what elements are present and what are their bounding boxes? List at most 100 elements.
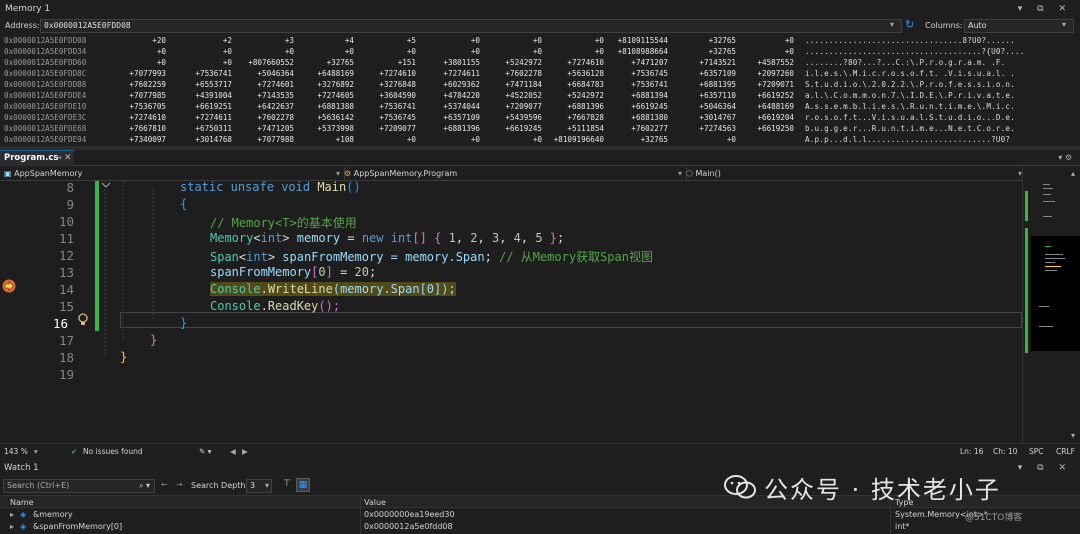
- memory-cell[interactable]: +7602259: [96, 79, 166, 90]
- memory-cell[interactable]: +7667810: [96, 123, 166, 134]
- memory-cell[interactable]: +0: [162, 46, 232, 57]
- memory-cell[interactable]: +32765: [284, 57, 354, 68]
- memory-cell[interactable]: +4522052: [472, 90, 542, 101]
- memory-cell[interactable]: +0: [96, 46, 166, 57]
- memory-cell[interactable]: +7209077: [472, 101, 542, 112]
- class-dropdown[interactable]: ⚙ AppSpanMemory.Program ▾: [340, 167, 687, 180]
- hex-display-icon[interactable]: ▦: [296, 478, 310, 492]
- memory-row[interactable]: 0x0000012A5E0FDDB8 +7602259 +6553717 +72746…: [0, 79, 1080, 90]
- memory-row[interactable]: 0x0000012A5E0FDE68 +7667810 +6750311 +74712…: [0, 123, 1080, 134]
- memory-cell[interactable]: +7602278: [472, 68, 542, 79]
- memory-cell[interactable]: +6881396: [410, 123, 480, 134]
- memory-cell[interactable]: +0: [284, 46, 354, 57]
- memory-cell[interactable]: +5374044: [410, 101, 480, 112]
- col-name-header[interactable]: Name: [10, 496, 34, 509]
- code-line-12[interactable]: Span<int> spanFromMemory = memory.Span; …: [210, 248, 653, 265]
- memory-cell[interactable]: +7602277: [598, 123, 668, 134]
- memory-cell[interactable]: +5: [346, 35, 416, 46]
- memory-cell[interactable]: +108: [284, 134, 354, 145]
- memory-cell[interactable]: +0: [410, 46, 480, 57]
- memory-row[interactable]: 0x0000012A5E0FDDE4 +7077985 +4391004 +71435…: [0, 90, 1080, 101]
- memory-cell[interactable]: +151: [346, 57, 416, 68]
- memory-cell[interactable]: +7077993: [96, 68, 166, 79]
- memory-cell[interactable]: +7274610: [96, 112, 166, 123]
- pin-icon[interactable]: ⊤: [283, 479, 291, 489]
- memory-cell[interactable]: +5111854: [534, 123, 604, 134]
- code-line-11[interactable]: Memory<int> memory = new int[] { 1, 2, 3…: [210, 231, 564, 245]
- code-line-16[interactable]: }: [180, 316, 187, 330]
- line-ending-indicator[interactable]: CRLF: [1056, 444, 1075, 460]
- code-line-15[interactable]: Console.ReadKey();: [210, 299, 340, 313]
- memory-row[interactable]: 0x0000012A5E0FDE94 +7340097 +3014768 +70779…: [0, 134, 1080, 145]
- memory-cell[interactable]: +6619204: [724, 112, 794, 123]
- column-indicator[interactable]: Ch: 10: [993, 444, 1017, 460]
- code-line-9[interactable]: {: [180, 197, 187, 211]
- memory-cell[interactable]: +0: [410, 134, 480, 145]
- memory-cell[interactable]: +6619251: [162, 101, 232, 112]
- memory-cell[interactable]: +7209071: [724, 79, 794, 90]
- memory-cell[interactable]: +7471184: [472, 79, 542, 90]
- code-line-18[interactable]: }: [120, 350, 127, 364]
- memory-cell[interactable]: +7536745: [598, 68, 668, 79]
- memory-cell[interactable]: +0: [534, 35, 604, 46]
- col-value-header[interactable]: Value: [364, 496, 386, 509]
- memory-cell[interactable]: +6619245: [598, 101, 668, 112]
- memory-cell[interactable]: +7274611: [410, 68, 480, 79]
- expand-chevron-icon[interactable]: ▸: [10, 509, 14, 521]
- chevron-down-icon[interactable]: ▾: [34, 444, 38, 460]
- memory-cell[interactable]: +0: [96, 57, 166, 68]
- memory-cell[interactable]: +7209077: [346, 123, 416, 134]
- watch-value[interactable]: 0x0000000ea19eed30: [364, 509, 455, 521]
- nav-back-icon[interactable]: ◀: [230, 444, 236, 460]
- memory-cell[interactable]: +5373998: [284, 123, 354, 134]
- window-controls[interactable]: ▾ ⧉ ✕: [1018, 0, 1072, 18]
- memory-cell[interactable]: +6619250: [724, 123, 794, 134]
- memory-cell[interactable]: +6029362: [410, 79, 480, 90]
- memory-cell[interactable]: +7274605: [284, 90, 354, 101]
- line-indicator[interactable]: Ln: 16: [960, 444, 983, 460]
- brush-icon[interactable]: ✎ ▾: [199, 444, 211, 460]
- memory-cell[interactable]: +0: [346, 134, 416, 145]
- memory-cell[interactable]: +7536741: [598, 79, 668, 90]
- memory-cell[interactable]: +6684783: [534, 79, 604, 90]
- memory-cell[interactable]: +0: [162, 57, 232, 68]
- memory-cell[interactable]: +8109196640: [534, 134, 604, 145]
- column-divider[interactable]: [360, 495, 361, 534]
- memory-row[interactable]: 0x0000012A5E0FDE10 +7536705 +6619251 +64226…: [0, 101, 1080, 112]
- code-editor[interactable]: 8 9 10 11 12 13 14 15 16 17 18 19 static…: [0, 180, 1022, 443]
- memory-cell[interactable]: +0: [346, 46, 416, 57]
- memory-cell[interactable]: +0: [724, 35, 794, 46]
- memory-cell[interactable]: +8108988664: [598, 46, 668, 57]
- search-icon[interactable]: ⌕ ▾: [139, 480, 150, 492]
- watch-search-input[interactable]: Search (Ctrl+E) ⌕ ▾: [3, 479, 155, 493]
- memory-cell[interactable]: +6357109: [410, 112, 480, 123]
- watch-value[interactable]: 0x0000012a5e0fdd08: [364, 521, 453, 533]
- memory-cell[interactable]: +7667828: [534, 112, 604, 123]
- memory-cell[interactable]: +32765: [598, 134, 668, 145]
- window-controls[interactable]: ▾ ⧉ ✕: [1018, 460, 1072, 477]
- memory-row[interactable]: 0x0000012A5E0FDE3C +7274610 +7274611 +76022…: [0, 112, 1080, 123]
- nav-forward-icon[interactable]: ▶: [242, 444, 248, 460]
- whitespace-indicator[interactable]: SPC: [1029, 444, 1044, 460]
- search-back-icon[interactable]: ←: [161, 480, 168, 489]
- expand-chevron-icon[interactable]: ▸: [10, 521, 14, 533]
- memory-cell[interactable]: +3801155: [410, 57, 480, 68]
- chevron-down-icon[interactable]: ▾: [1062, 20, 1066, 29]
- memory-cell[interactable]: +4: [284, 35, 354, 46]
- memory-cell[interactable]: +0: [472, 134, 542, 145]
- code-line-17[interactable]: }: [150, 333, 157, 347]
- memory-cell[interactable]: +3276892: [284, 79, 354, 90]
- memory-cell[interactable]: +7274610: [534, 57, 604, 68]
- code-line-13[interactable]: spanFromMemory[0] = 20;: [210, 265, 376, 279]
- memory-cell[interactable]: +7536741: [162, 68, 232, 79]
- memory-cell[interactable]: +3014768: [162, 134, 232, 145]
- chevron-down-icon[interactable]: ▾: [890, 20, 894, 29]
- pin-icon[interactable]: ⊸: [55, 150, 62, 166]
- watch-row[interactable]: ▸ ◈ &memory 0x0000000ea19eed30 System.Me…: [0, 509, 1080, 521]
- memory-row[interactable]: 0x0000012A5E0FDD08 +20 +2 +3 +4 +5 +0 +0 +0 +8109…: [0, 35, 1080, 46]
- memory-cell[interactable]: +0: [472, 46, 542, 57]
- memory-cell[interactable]: +8109115544: [598, 35, 668, 46]
- memory-cell[interactable]: +6488169: [284, 68, 354, 79]
- memory-cell[interactable]: +7274610: [346, 68, 416, 79]
- memory-cell[interactable]: +5242972: [534, 90, 604, 101]
